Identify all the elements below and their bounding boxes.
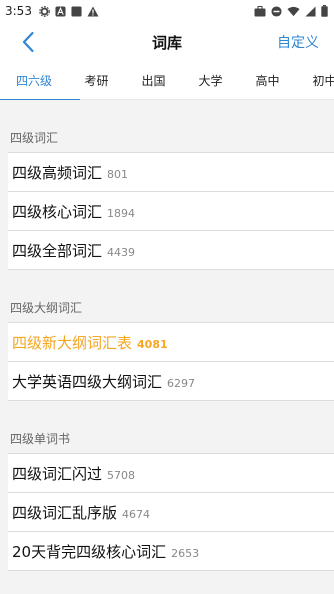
item-name: 20天背完四级核心词汇: [12, 542, 167, 561]
item-count: 6297: [167, 376, 196, 390]
item-count: 4439: [107, 245, 136, 259]
list-item[interactable]: 四级词汇闪过 5708: [8, 454, 334, 493]
item-name: 四级高频词汇: [12, 163, 103, 182]
square-notification-icon: [71, 5, 82, 17]
tab-university[interactable]: 大学: [182, 62, 239, 100]
status-left: 3:53: [5, 4, 99, 18]
category-tabs: 四六级 考研 出国 大学 高中 初中: [0, 62, 334, 101]
warning-icon: [87, 6, 99, 17]
tab-postgraduate[interactable]: 考研: [68, 62, 125, 100]
list-item[interactable]: 四级核心词汇 1894: [8, 192, 334, 231]
section-list: 四级词汇闪过 5708 四级词汇乱序版 4674 20天背完四级核心词汇 265…: [8, 453, 334, 571]
section-list: 四级新大纲词汇表 4081 大学英语四级大纲词汇 6297: [8, 322, 334, 401]
item-count: 801: [107, 167, 129, 181]
briefcase-icon: [254, 5, 266, 17]
status-right: [254, 5, 328, 17]
section-header: 四级单词书: [10, 432, 71, 446]
section-list: 四级高频词汇 801 四级核心词汇 1894 四级全部词汇 4439: [8, 152, 334, 270]
section-header: 四级词汇: [10, 131, 59, 145]
page-title: 词库: [151, 33, 182, 52]
settings-icon: [39, 5, 50, 17]
list-item[interactable]: 四级全部词汇 4439: [8, 231, 334, 270]
list-item[interactable]: 四级词汇乱序版 4674: [8, 493, 334, 532]
a-notification-icon: [55, 5, 66, 17]
item-name: 四级核心词汇: [12, 202, 103, 221]
item-count: 4081: [137, 337, 168, 351]
item-name: 四级全部词汇: [12, 241, 103, 260]
custom-button[interactable]: 自定义: [277, 32, 319, 52]
item-name: 四级新大纲词汇表: [12, 333, 133, 352]
list-item[interactable]: 20天背完四级核心词汇 2653: [8, 532, 334, 571]
item-count: 4674: [122, 507, 151, 521]
item-count: 1894: [107, 206, 136, 220]
tab-middle-school[interactable]: 初中: [296, 62, 334, 100]
list-item[interactable]: 四级高频词汇 801: [8, 153, 334, 192]
dnd-icon: [271, 5, 282, 17]
battery-icon: [321, 5, 328, 17]
title-bar: 词库 自定义: [0, 22, 334, 62]
status-time: 3:53: [5, 4, 32, 18]
item-name: 四级词汇乱序版: [12, 503, 118, 522]
list-item-selected[interactable]: 四级新大纲词汇表 4081: [8, 323, 334, 362]
back-button[interactable]: [16, 30, 40, 54]
item-count: 2653: [171, 546, 200, 560]
wifi-icon: [287, 6, 300, 17]
signal-icon: [305, 5, 316, 17]
tab-cet4-6[interactable]: 四六级: [0, 62, 80, 101]
status-bar: 3:53: [0, 0, 334, 22]
section-header: 四级大纲词汇: [10, 301, 83, 315]
tab-high-school[interactable]: 高中: [239, 62, 296, 100]
item-name: 四级词汇闪过: [12, 464, 103, 483]
list-item[interactable]: 大学英语四级大纲词汇 6297: [8, 362, 334, 401]
tab-abroad[interactable]: 出国: [125, 62, 182, 100]
item-name: 大学英语四级大纲词汇: [12, 372, 163, 391]
wordbook-list: 四级词汇 四级高频词汇 801 四级核心词汇 1894 四级全部词汇 4439 …: [0, 100, 334, 594]
item-count: 5708: [107, 468, 136, 482]
chevron-left-icon: [22, 31, 34, 53]
